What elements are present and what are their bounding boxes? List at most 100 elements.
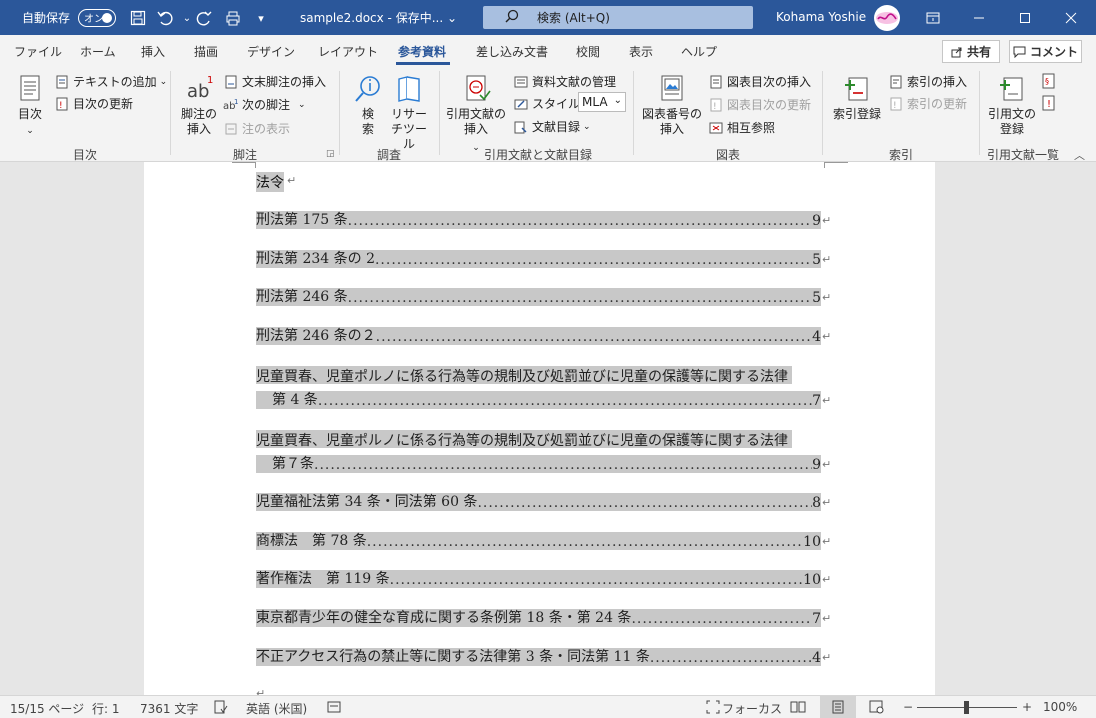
insert-endnote-button[interactable]: 文末脚注の挿入 xyxy=(223,73,326,90)
focus-label[interactable]: フォーカス xyxy=(722,700,782,717)
update-index-button[interactable]: ! 索引の更新 xyxy=(888,95,967,112)
paragraph-mark: ↵ xyxy=(822,214,832,227)
bibliography-button[interactable]: 文献目録 ⌄ xyxy=(513,118,591,135)
toc-button[interactable]: 目次 ⌄ xyxy=(12,73,48,139)
autosave-label: 自動保存 xyxy=(22,11,71,25)
search-box[interactable]: 検索 (Alt+Q) xyxy=(483,6,753,29)
insert-citation-button[interactable]: 引用文献の挿入 ⌄ xyxy=(445,73,507,156)
zoom-slider-handle[interactable] xyxy=(964,701,969,714)
mark-citation-button[interactable]: 引用文の登録 xyxy=(986,73,1038,137)
insert-table-of-authorities-icon[interactable]: § xyxy=(1042,73,1056,89)
redo-icon[interactable] xyxy=(190,4,218,32)
status-bar: 15/15 ページ 行: 1 7361 文字 英語 (米国) フォーカス − +… xyxy=(0,695,1096,718)
update-table-of-authorities-icon[interactable]: ! xyxy=(1042,95,1056,111)
insert-caption-button[interactable]: 図表番号の挿入 xyxy=(640,73,704,137)
minimize-icon[interactable] xyxy=(956,0,1002,35)
tab-references[interactable]: 参考資料 xyxy=(398,43,446,60)
ribbon-tabs: ファイル ホーム 挿入 描画 デザイン レイアウト 参考資料 差し込み文書 校閲… xyxy=(0,35,1096,67)
update-toc-label: 目次の更新 xyxy=(73,97,134,111)
heading-laws: 法令 xyxy=(256,172,284,192)
read-mode-icon[interactable] xyxy=(790,700,806,717)
avatar[interactable] xyxy=(874,5,900,31)
insert-footnote-button[interactable]: ab 1 脚注の挿入 xyxy=(178,73,220,137)
tab-draw[interactable]: 描画 xyxy=(194,43,218,60)
ribbon-display-icon[interactable] xyxy=(910,0,956,35)
update-toc-button[interactable]: ! 目次の更新 xyxy=(54,95,133,112)
document-title[interactable]: sample2.docx - 保存中... ⌄ xyxy=(300,9,457,26)
mark-entry-button[interactable]: 索引登録 xyxy=(830,73,884,122)
word-count[interactable]: 7361 文字 xyxy=(140,700,198,717)
comment-label: コメント xyxy=(1029,45,1078,59)
tab-mailings[interactable]: 差し込み文書 xyxy=(476,43,548,60)
accessibility-icon[interactable] xyxy=(327,700,341,717)
close-icon[interactable] xyxy=(1048,0,1094,35)
insert-index-button[interactable]: 索引の挿入 xyxy=(888,73,967,90)
list-item: 刑法第 234 条の 2............................… xyxy=(256,250,821,268)
leader-dots: ........................................… xyxy=(314,457,813,473)
update-table-button[interactable]: ! 図表目次の更新 xyxy=(708,96,811,113)
entry-text: 第７条 xyxy=(272,456,314,472)
collapse-ribbon-icon[interactable]: ︿ xyxy=(1074,147,1085,163)
save-icon[interactable] xyxy=(124,4,152,32)
document-page[interactable]: 法令 ↵ 刑法第 175 条..........................… xyxy=(144,162,935,695)
dialog-launcher-icon[interactable]: ◲ xyxy=(326,149,335,159)
insert-index-icon xyxy=(888,74,904,90)
svg-text:!: ! xyxy=(1047,99,1051,110)
tab-file[interactable]: ファイル xyxy=(14,43,62,60)
mark-entry-icon xyxy=(845,77,868,101)
next-footnote-button[interactable]: ab 1 次の脚注 ⌄ xyxy=(223,96,306,113)
chevron-down-icon: ⌄ xyxy=(298,99,306,110)
comment-button[interactable]: コメント xyxy=(1009,40,1082,63)
customize-qat-icon[interactable]: ▾ xyxy=(247,4,275,32)
table-of-figures-icon xyxy=(708,74,724,90)
show-notes-icon xyxy=(223,121,239,137)
zoom-in-icon[interactable]: + xyxy=(1022,700,1032,714)
svg-text:1: 1 xyxy=(207,75,213,86)
tab-design[interactable]: デザイン xyxy=(247,43,295,60)
tab-insert[interactable]: 挿入 xyxy=(141,43,165,60)
zoom-level[interactable]: 100% xyxy=(1043,700,1077,714)
entry-line1: 児童買春、児童ポルノに係る行為等の規制及び処罰並びに児童の保護等に関する法律 xyxy=(256,430,792,449)
web-layout-icon[interactable] xyxy=(869,700,885,717)
add-text-label: テキストの追加 xyxy=(73,75,157,89)
entry-page: 4 xyxy=(812,329,821,345)
list-item: 刑法第 246 条の２.............................… xyxy=(256,327,821,345)
print-layout-button[interactable] xyxy=(820,696,856,718)
zoom-out-icon[interactable]: − xyxy=(903,700,913,714)
cross-reference-button[interactable]: 相互参照 xyxy=(708,119,775,136)
proofing-icon[interactable] xyxy=(214,700,228,717)
share-button[interactable]: 共有 xyxy=(942,40,1000,63)
search-button[interactable]: 検索 xyxy=(350,73,386,137)
show-notes-button[interactable]: 注の表示 xyxy=(223,120,290,137)
entry-text: 刑法第 175 条 xyxy=(256,212,348,228)
add-text-button[interactable]: テキストの追加 ⌄ xyxy=(54,73,167,90)
autosave-toggle[interactable]: オン xyxy=(78,8,117,27)
focus-icon[interactable] xyxy=(706,700,720,717)
tab-view[interactable]: 表示 xyxy=(629,43,653,60)
svg-text:!: ! xyxy=(59,101,63,111)
researcher-icon xyxy=(398,76,420,102)
document-area[interactable]: 法令 ↵ 刑法第 175 条..........................… xyxy=(0,162,1096,695)
svg-text:1: 1 xyxy=(234,98,238,106)
quick-print-icon[interactable] xyxy=(219,4,247,32)
tab-home[interactable]: ホーム xyxy=(80,43,116,60)
citation-group-label: 引用文献と文献目録 xyxy=(484,148,593,162)
tab-layout[interactable]: レイアウト xyxy=(318,43,378,60)
tab-help[interactable]: ヘルプ xyxy=(681,43,717,60)
researcher-button[interactable]: リサーチツール xyxy=(389,73,429,152)
toggle-knob xyxy=(102,12,113,23)
page-indicator[interactable]: 15/15 ページ xyxy=(10,700,84,717)
line-indicator[interactable]: 行: 1 xyxy=(92,700,120,717)
share-icon xyxy=(951,46,963,58)
tab-review[interactable]: 校閲 xyxy=(576,43,600,60)
user-name[interactable]: Kohama Yoshie xyxy=(776,10,866,24)
maximize-icon[interactable] xyxy=(1002,0,1048,35)
style-label: スタイル: xyxy=(532,97,585,111)
insert-table-of-figures-button[interactable]: 図表目次の挿入 xyxy=(708,73,811,90)
mark-citation-icon xyxy=(1000,77,1023,101)
search-lookup-icon xyxy=(355,76,380,102)
manage-sources-button[interactable]: 資料文献の管理 xyxy=(513,73,616,90)
language-indicator[interactable]: 英語 (米国) xyxy=(246,700,307,717)
citation-style-select[interactable]: MLA ⌄ xyxy=(578,92,626,112)
paragraph-mark: ↵ xyxy=(822,394,832,407)
